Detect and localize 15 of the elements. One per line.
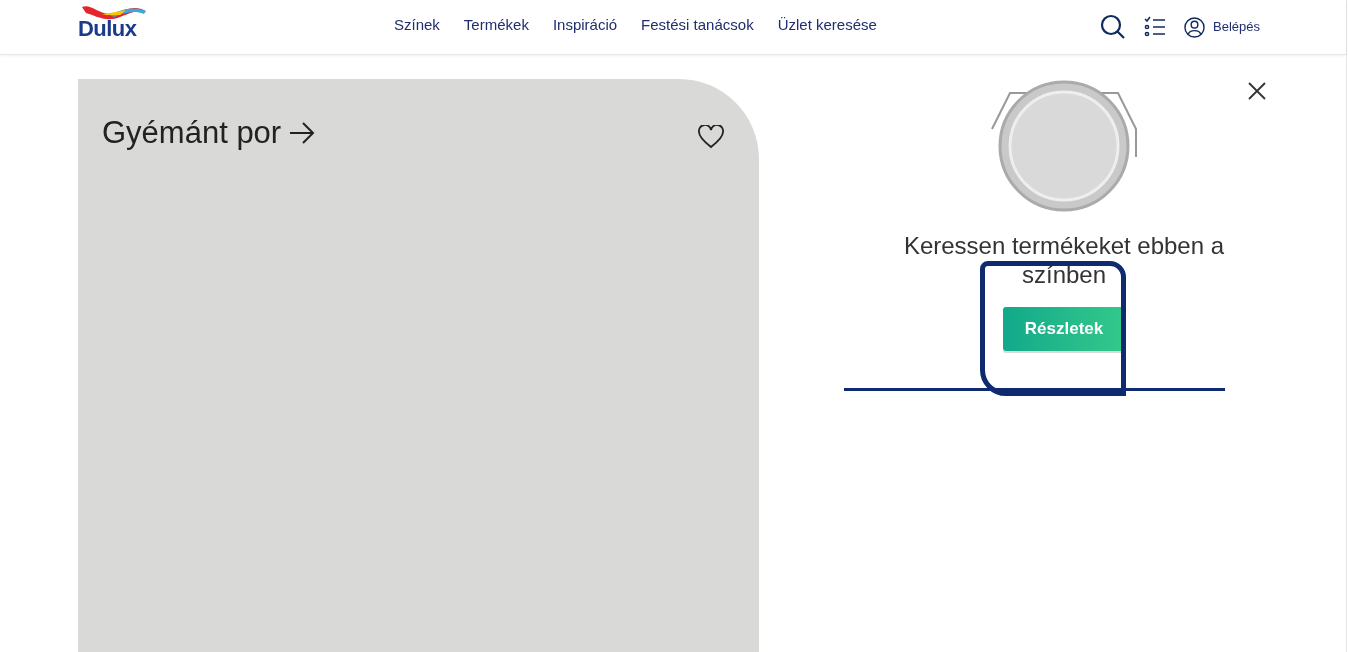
search-icon[interactable] [1100,14,1126,40]
nav-link[interactable]: Inspiráció [552,14,618,37]
nav-link[interactable]: Termékek [463,14,529,37]
logo-text: Dulux [78,17,137,41]
login-link[interactable]: Belépés [1213,17,1260,37]
user-icon[interactable] [1184,16,1205,38]
nav-link[interactable]: Festési tanácsok [641,14,754,37]
arrow-right-icon[interactable] [289,121,316,145]
close-icon[interactable] [1248,82,1266,100]
color-name-link[interactable]: Gyémánt por [102,115,282,151]
heart-icon[interactable] [698,125,724,149]
checklist-icon[interactable] [1144,16,1166,38]
nav-link[interactable]: Színek [394,14,440,37]
panel-heading: Keressen termékeket ebben a színben [902,231,1226,289]
nav-link[interactable]: Üzlet keresése [777,14,877,37]
